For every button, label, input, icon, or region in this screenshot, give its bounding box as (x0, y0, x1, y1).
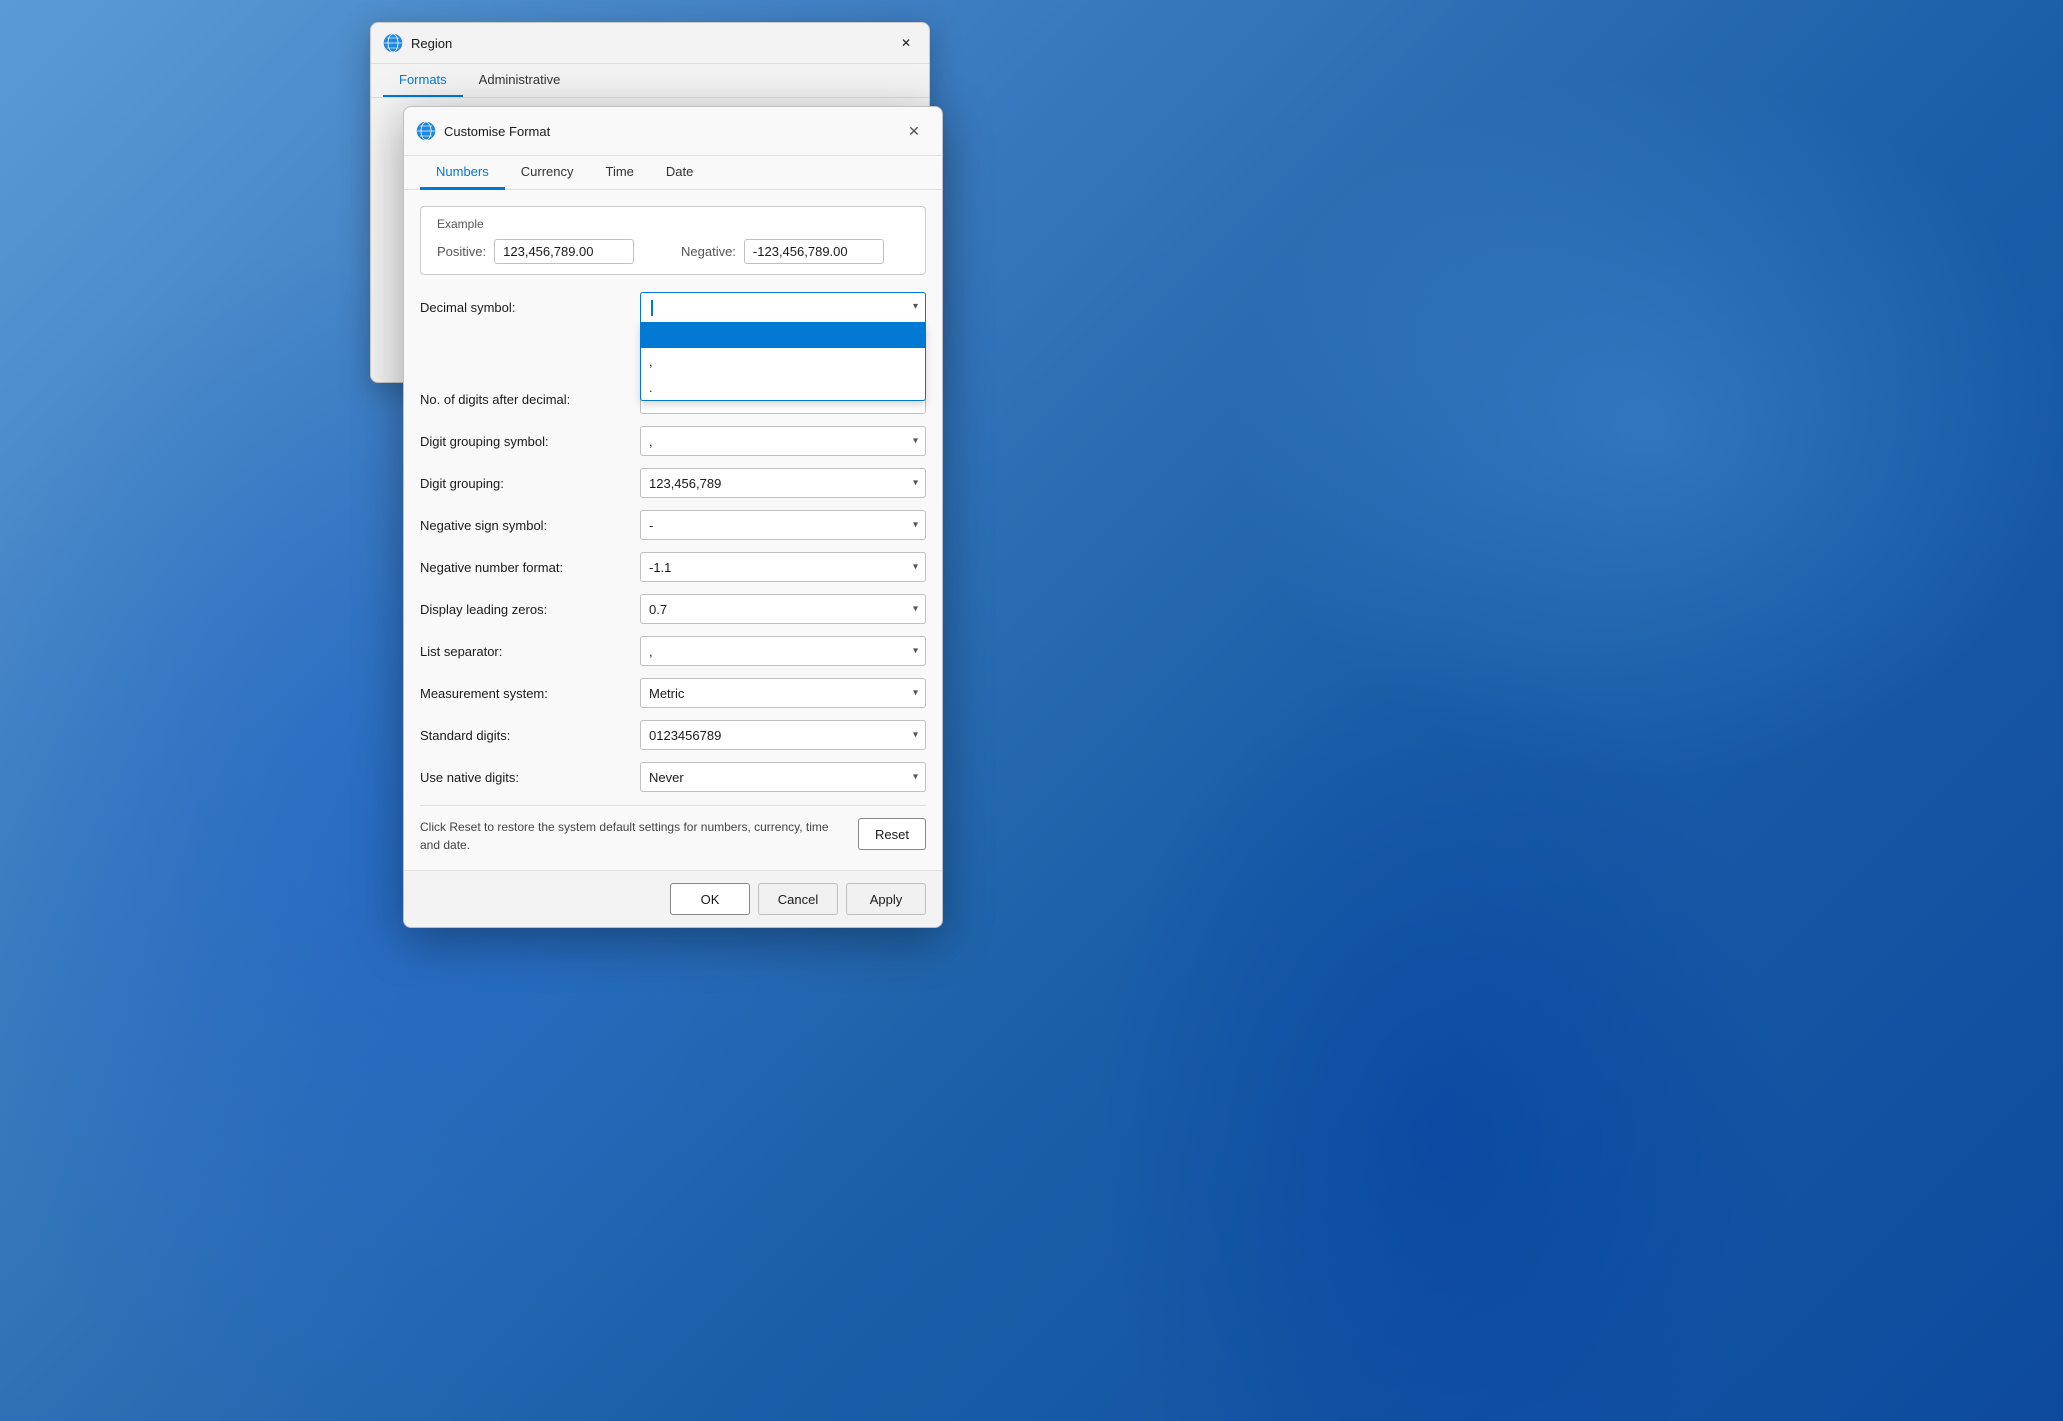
negative-label: Negative: (681, 244, 736, 259)
negative-number-format-control[interactable]: -1.1 ▾ (640, 552, 926, 582)
region-tab-formats[interactable]: Formats (383, 64, 463, 97)
tab-numbers[interactable]: Numbers (420, 156, 505, 190)
digit-grouping-symbol-label: Digit grouping symbol: (420, 434, 640, 449)
customise-titlebar: Customise Format ✕ (404, 107, 942, 156)
example-row: Positive: 123,456,789.00 Negative: -123,… (437, 239, 909, 264)
digit-grouping-row: Digit grouping: 123,456,789 ▾ (420, 467, 926, 499)
dialog-footer: OK Cancel Apply (404, 870, 942, 927)
negative-sign-label: Negative sign symbol: (420, 518, 640, 533)
apply-button[interactable]: Apply (846, 883, 926, 915)
measurement-system-control[interactable]: Metric ▾ (640, 678, 926, 708)
negative-number-format-select[interactable]: -1.1 (640, 552, 926, 582)
digits-after-decimal-label: No. of digits after decimal: (420, 392, 640, 407)
standard-digits-control[interactable]: 0123456789 ▾ (640, 720, 926, 750)
native-digits-control[interactable]: Never ▾ (640, 762, 926, 792)
digit-grouping-control[interactable]: 123,456,789 ▾ (640, 468, 926, 498)
native-digits-label: Use native digits: (420, 770, 640, 785)
customise-globe-icon (416, 121, 436, 141)
decimal-symbol-control[interactable]: ▾ , . (640, 292, 926, 322)
region-title: Region (411, 36, 875, 51)
leading-zeros-control[interactable]: 0.7 ▾ (640, 594, 926, 624)
example-section: Example Positive: 123,456,789.00 Negativ… (420, 206, 926, 275)
digit-grouping-symbol-control[interactable]: , ▾ (640, 426, 926, 456)
measurement-system-select[interactable]: Metric (640, 678, 926, 708)
leading-zeros-select[interactable]: 0.7 (640, 594, 926, 624)
customise-dialog-title: Customise Format (444, 124, 890, 139)
tab-date[interactable]: Date (650, 156, 709, 190)
region-tabs: Formats Administrative (371, 64, 929, 98)
decimal-symbol-row: Decimal symbol: ▾ , . (420, 291, 926, 323)
reset-button[interactable]: Reset (858, 818, 926, 850)
list-separator-control[interactable]: , ▾ (640, 636, 926, 666)
positive-value: 123,456,789.00 (494, 239, 634, 264)
reset-section: Click Reset to restore the system defaul… (420, 805, 926, 854)
region-titlebar: Region ✕ (371, 23, 929, 64)
customise-tabs: Numbers Currency Time Date (404, 156, 942, 190)
digit-grouping-select[interactable]: 123,456,789 (640, 468, 926, 498)
measurement-system-label: Measurement system: (420, 686, 640, 701)
negative-sign-control[interactable]: - ▾ (640, 510, 926, 540)
positive-label: Positive: (437, 244, 486, 259)
native-digits-row: Use native digits: Never ▾ (420, 761, 926, 793)
list-separator-select[interactable]: , (640, 636, 926, 666)
standard-digits-select[interactable]: 0123456789 (640, 720, 926, 750)
negative-sign-select[interactable]: - (640, 510, 926, 540)
list-separator-row: List separator: , ▾ (420, 635, 926, 667)
customise-body: Example Positive: 123,456,789.00 Negativ… (404, 190, 942, 870)
region-tab-administrative[interactable]: Administrative (463, 64, 577, 97)
decimal-symbol-label: Decimal symbol: (420, 300, 640, 315)
decimal-symbol-input[interactable] (640, 292, 926, 322)
customise-close-button[interactable]: ✕ (898, 117, 930, 145)
negative-number-format-label: Negative number format: (420, 560, 640, 575)
leading-zeros-label: Display leading zeros: (420, 602, 640, 617)
standard-digits-label: Standard digits: (420, 728, 640, 743)
positive-example: Positive: 123,456,789.00 (437, 239, 665, 264)
cancel-button[interactable]: Cancel (758, 883, 838, 915)
reset-text: Click Reset to restore the system defaul… (420, 818, 842, 854)
tab-time[interactable]: Time (590, 156, 650, 190)
digit-grouping-symbol-row: Digit grouping symbol: , ▾ (420, 425, 926, 457)
tab-currency[interactable]: Currency (505, 156, 590, 190)
decimal-option-empty[interactable] (641, 322, 925, 348)
region-close-button[interactable]: ✕ (883, 27, 929, 59)
decimal-symbol-dropdown[interactable]: , . (640, 322, 926, 401)
list-separator-label: List separator: (420, 644, 640, 659)
negative-example: Negative: -123,456,789.00 (681, 239, 909, 264)
customise-dialog: Customise Format ✕ Numbers Currency Time… (403, 106, 943, 928)
leading-zeros-row: Display leading zeros: 0.7 ▾ (420, 593, 926, 625)
decimal-option-dot[interactable]: . (641, 374, 925, 400)
text-cursor (651, 300, 653, 316)
negative-sign-row: Negative sign symbol: - ▾ (420, 509, 926, 541)
region-globe-icon (383, 33, 403, 53)
negative-number-format-row: Negative number format: -1.1 ▾ (420, 551, 926, 583)
measurement-system-row: Measurement system: Metric ▾ (420, 677, 926, 709)
standard-digits-row: Standard digits: 0123456789 ▾ (420, 719, 926, 751)
ok-button[interactable]: OK (670, 883, 750, 915)
native-digits-select[interactable]: Never (640, 762, 926, 792)
negative-value: -123,456,789.00 (744, 239, 884, 264)
example-heading: Example (437, 217, 909, 231)
digit-grouping-label: Digit grouping: (420, 476, 640, 491)
decimal-option-comma[interactable]: , (641, 348, 925, 374)
digit-grouping-symbol-select[interactable]: , (640, 426, 926, 456)
